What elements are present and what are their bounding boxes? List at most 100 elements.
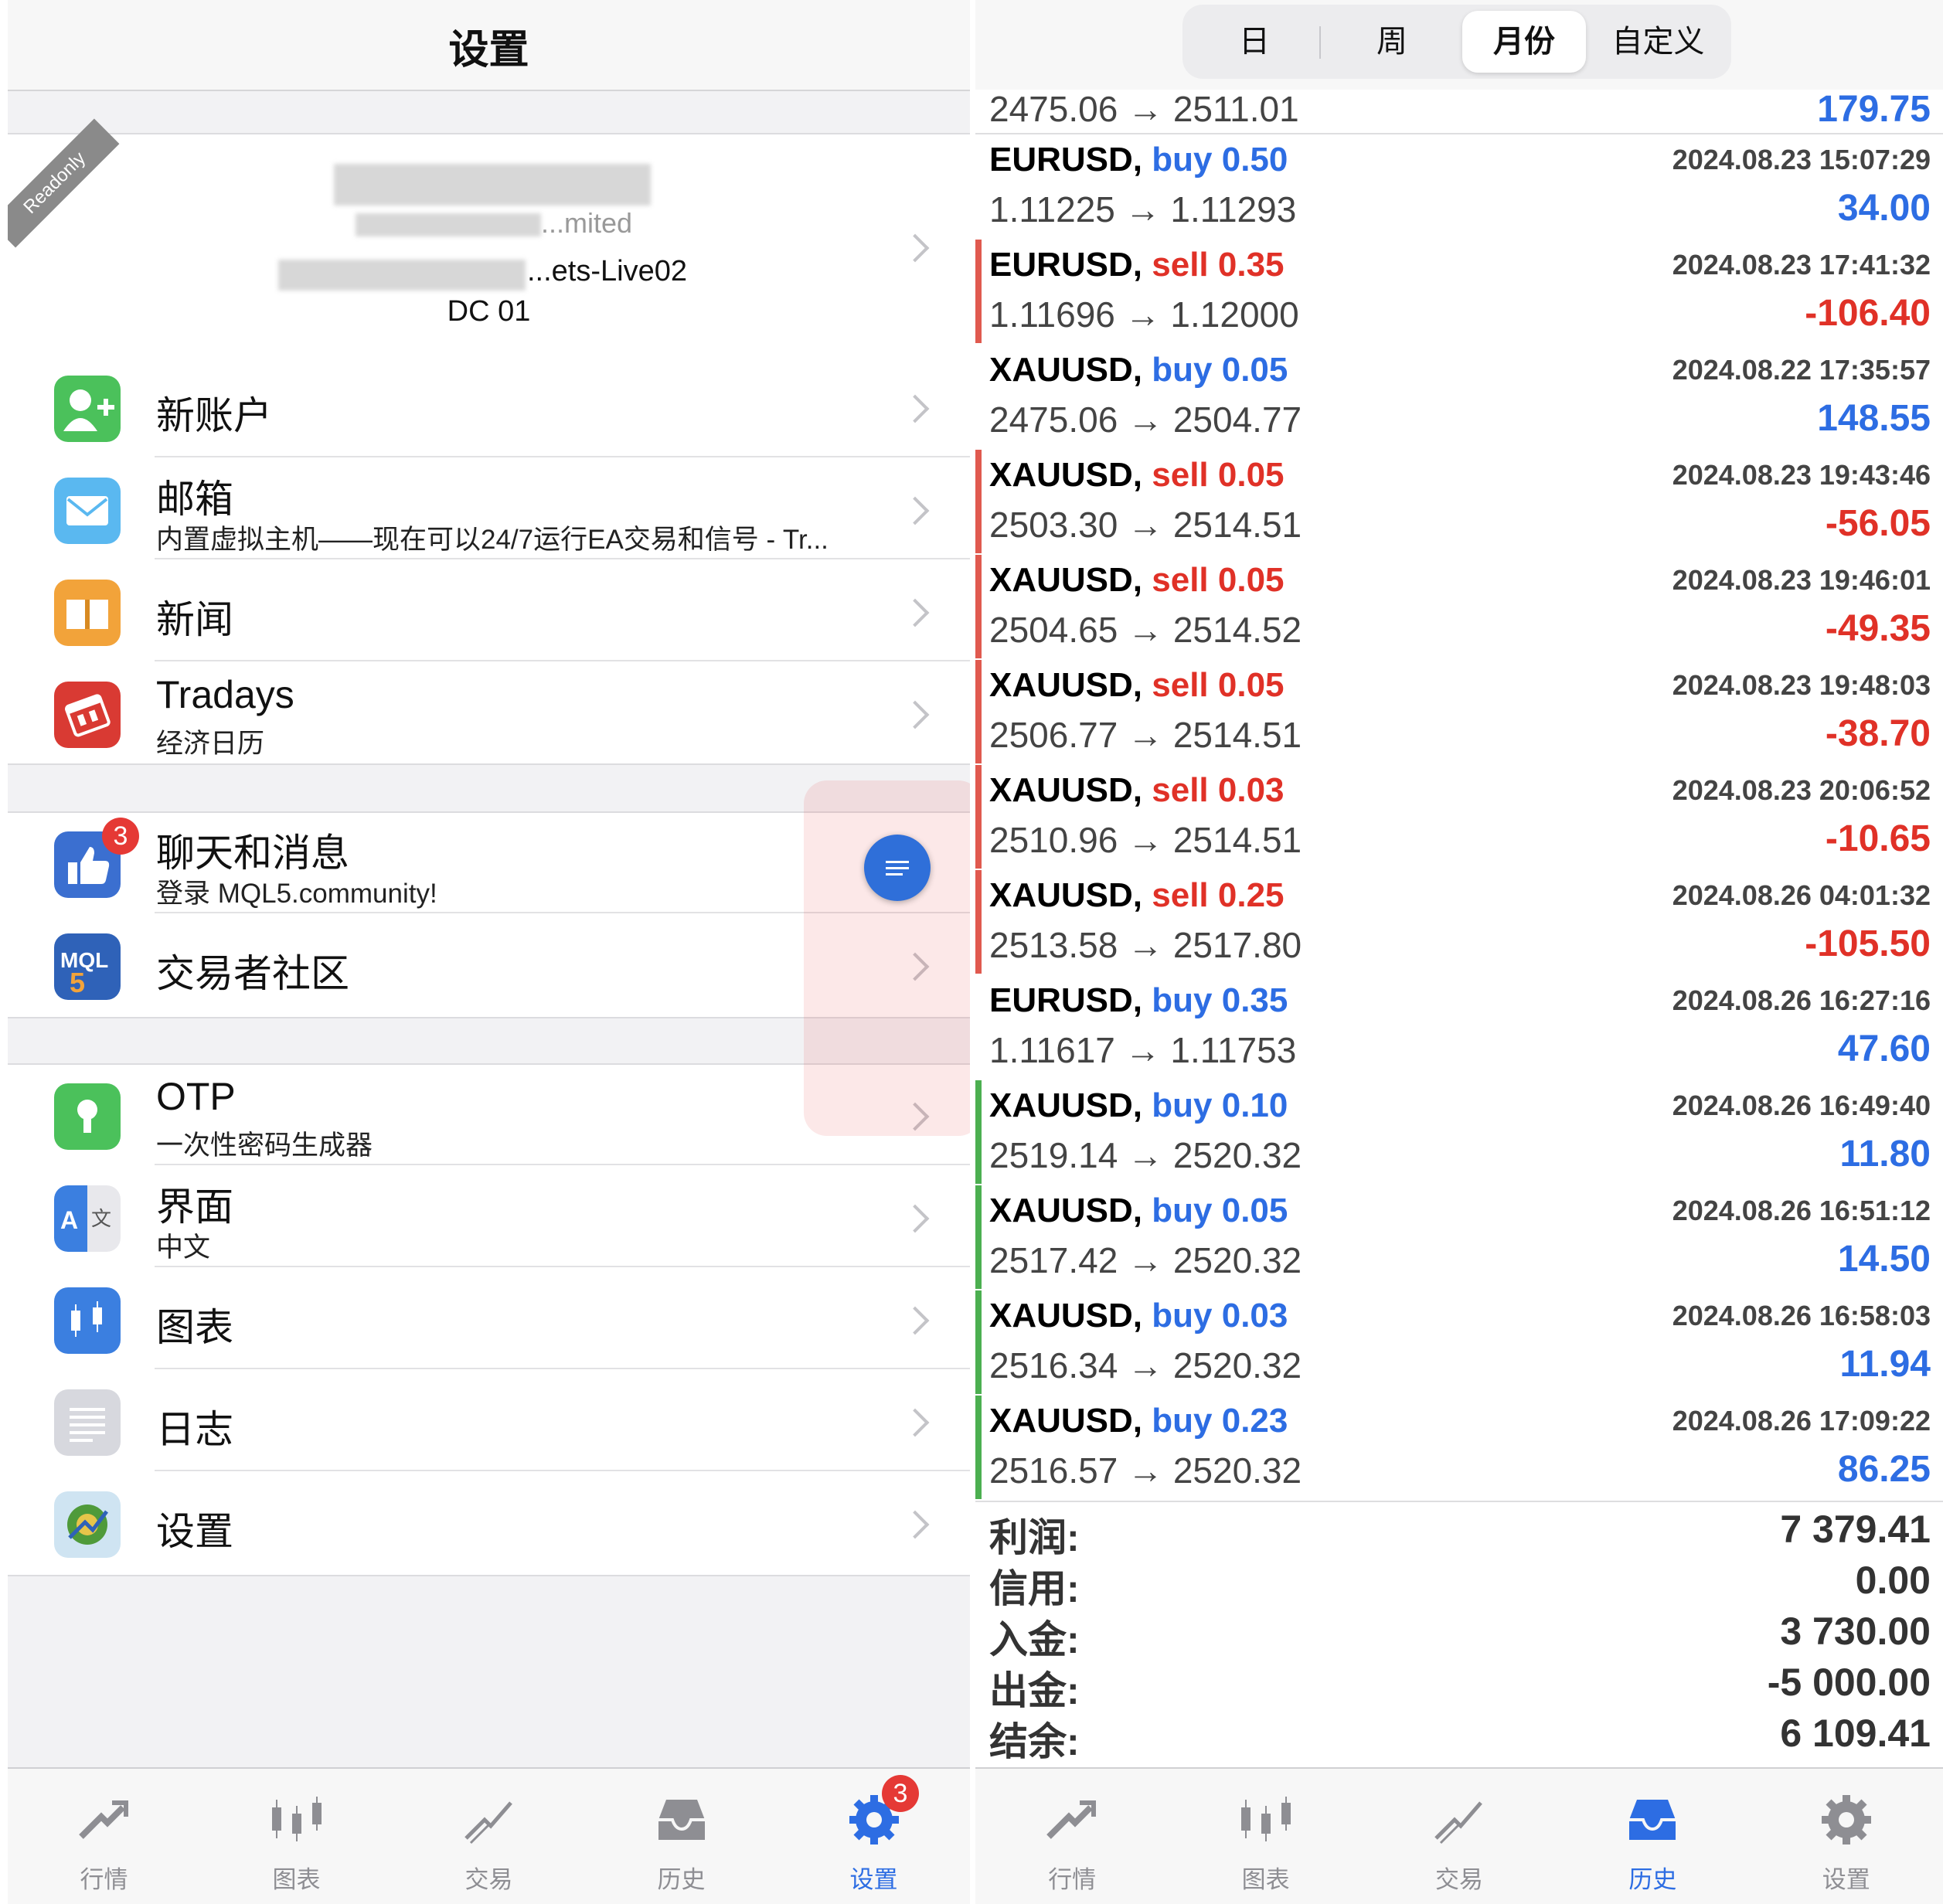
trade-row[interactable]: XAUUSD, sell 0.05 2024.08.23 19:46:01 2504… [975, 555, 1943, 661]
trade-status-bar [975, 1396, 982, 1499]
account-card[interactable]: Readonly ...mited ...ets-Live02 DC 01 [8, 118, 970, 360]
trade-status-bar [975, 660, 982, 763]
trade-title: XAUUSD, buy 0.05 [989, 1192, 1288, 1230]
mail-icon [54, 478, 121, 544]
summary-value: -5 000.00 [1767, 1661, 1931, 1704]
segment-week[interactable]: 周 [1326, 11, 1458, 73]
tab-trade[interactable]: 交易 [1363, 1769, 1556, 1904]
menu-item-tradays[interactable]: Tradays 经济日历 [8, 663, 970, 763]
trade-symbol: EURUSD, [989, 981, 1143, 1019]
trade-status-bar [975, 1290, 982, 1394]
trade-profit: -38.70 [1825, 713, 1931, 754]
trade-symbol: XAUUSD, [989, 1297, 1143, 1334]
trade-side: sell [1152, 876, 1209, 914]
tab-trade[interactable]: 交易 [393, 1769, 585, 1904]
menu-item-sub: 一次性密码生成器 [156, 1130, 373, 1161]
trade-row[interactable]: XAUUSD, sell 0.25 2024.08.26 04:01:32 2513… [975, 870, 1943, 977]
menu-item-journal[interactable]: 日志 [8, 1371, 970, 1471]
summary-row: 利润: 7 379.41 [975, 1507, 1943, 1559]
trade-row[interactable]: XAUUSD, buy 0.05 2024.08.26 16:51:12 2517.… [975, 1185, 1943, 1292]
trade-status-bar [975, 345, 982, 448]
menu-item-news[interactable]: 新闻 [8, 561, 970, 661]
svg-text:文: 文 [91, 1208, 111, 1231]
trade-time: 2024.08.23 19:46:01 [1672, 564, 1931, 596]
trade-price: 2513.58 → 2517.80 [989, 925, 1302, 965]
segment-custom[interactable]: 自定义 [1591, 11, 1726, 73]
tab-settings[interactable]: 3 设置 [778, 1769, 970, 1904]
book-icon [54, 580, 121, 646]
trade-profit: 34.00 [1837, 188, 1931, 229]
metatrader-icon [54, 1491, 121, 1558]
lock-icon [54, 1083, 121, 1150]
trade-title: XAUUSD, sell 0.05 [989, 456, 1285, 495]
tab-quotes[interactable]: 行情 [975, 1769, 1169, 1904]
menu-item-interface[interactable]: A文 界面 中文 [8, 1167, 970, 1267]
trade-profit: -105.50 [1805, 923, 1931, 964]
trade-row[interactable]: EURUSD, buy 0.50 2024.08.23 15:07:29 1.112… [975, 134, 1943, 241]
trade-row[interactable]: XAUUSD, buy 0.03 2024.08.26 16:58:03 2516.… [975, 1290, 1943, 1397]
tab-quotes[interactable]: 行情 [8, 1769, 200, 1904]
tab-chart[interactable]: 图表 [200, 1769, 393, 1904]
trade-profit: 14.50 [1837, 1239, 1931, 1280]
tab-label: 交易 [1434, 1866, 1483, 1893]
menu-item-charts[interactable]: 图表 [8, 1269, 970, 1369]
trade-price: 2510.96 → 2514.51 [989, 820, 1302, 860]
quotes-icon [78, 1800, 128, 1839]
trade-row[interactable]: XAUUSD, sell 0.05 2024.08.23 19:48:03 2506… [975, 660, 1943, 767]
tab-history[interactable]: 历史 [585, 1769, 778, 1904]
trade-volume: 0.05 [1217, 561, 1285, 599]
trade-status-bar [975, 240, 982, 343]
trade-symbol: EURUSD, [989, 141, 1143, 178]
trade-side: buy [1152, 1402, 1213, 1440]
summary-key: 出金: [989, 1669, 1080, 1712]
menu-item-mail[interactable]: 邮箱 内置虚拟主机——现在可以24/7运行EA交易和信号 - Tr... [8, 459, 970, 559]
chevron-right-icon [900, 1204, 930, 1233]
trade-time: 2024.08.26 16:27:16 [1672, 984, 1931, 1016]
menu-item-label: 邮箱 [156, 478, 233, 521]
trade-time: 2024.08.26 04:01:32 [1672, 879, 1931, 911]
trade-title: XAUUSD, buy 0.05 [989, 351, 1288, 389]
settings-badge: 3 [882, 1775, 919, 1812]
tab-settings[interactable]: 设置 [1750, 1769, 1943, 1904]
segment-day[interactable]: 日 [1189, 11, 1320, 73]
trade-status-bar [975, 555, 982, 658]
summary-key: 入金: [989, 1618, 1080, 1661]
history-icon [658, 1800, 705, 1840]
history-icon [1629, 1800, 1676, 1840]
trade-profit: 148.55 [1817, 398, 1931, 439]
trade-time: 2024.08.26 16:49:40 [1672, 1090, 1931, 1121]
account-login-blur [278, 260, 526, 291]
tab-history[interactable]: 历史 [1556, 1769, 1749, 1904]
journal-icon [54, 1389, 121, 1456]
chevron-right-icon [900, 233, 930, 263]
trade-row[interactable]: EURUSD, sell 0.35 2024.08.23 17:41:32 1.11… [975, 240, 1943, 346]
trade-row[interactable]: XAUUSD, sell 0.05 2024.08.23 19:43:46 2503… [975, 450, 1943, 556]
tab-label: 行情 [80, 1866, 128, 1893]
trade-row[interactable]: XAUUSD, buy 0.23 2024.08.26 17:09:22 2516.… [975, 1396, 1943, 1502]
chevron-right-icon [900, 1510, 930, 1539]
trade-row[interactable]: XAUUSD, buy 0.05 2024.08.22 17:35:57 2475.… [975, 345, 1943, 451]
trade-title: XAUUSD, sell 0.05 [989, 666, 1285, 705]
trade-price: 2475.06 → 2504.77 [989, 400, 1302, 440]
trade-row-partial[interactable]: 2475.06 → 2511.01 179.75 [975, 89, 1943, 134]
menu-item-settings[interactable]: 设置 [8, 1473, 970, 1573]
trade-time: 2024.08.23 19:48:03 [1672, 669, 1931, 701]
trade-time: 2024.08.26 17:09:22 [1672, 1405, 1931, 1436]
trade-row[interactable]: XAUUSD, sell 0.03 2024.08.23 20:06:52 2510… [975, 765, 1943, 872]
trade-symbol: XAUUSD, [989, 666, 1143, 704]
segment-month[interactable]: 月份 [1462, 11, 1586, 73]
trade-status-bar [975, 1080, 982, 1184]
trade-title: XAUUSD, buy 0.03 [989, 1297, 1288, 1335]
trade-row[interactable]: XAUUSD, buy 0.10 2024.08.26 16:49:40 2519.… [975, 1080, 1943, 1187]
tab-label: 图表 [1241, 1866, 1290, 1893]
trade-symbol: XAUUSD, [989, 456, 1143, 494]
tab-chart[interactable]: 图表 [1169, 1769, 1362, 1904]
trade-volume: 0.25 [1217, 876, 1285, 914]
menu-item-new-account[interactable]: 新账户 [8, 357, 970, 457]
trade-row[interactable]: EURUSD, buy 0.35 2024.08.26 16:27:16 1.116… [975, 975, 1943, 1082]
trade-time: 2024.08.22 17:35:57 [1672, 354, 1931, 386]
calendar-icon [54, 682, 121, 748]
tab-label: 图表 [272, 1866, 321, 1893]
floating-menu-button[interactable] [864, 835, 931, 901]
trade-status-bar [975, 134, 982, 238]
